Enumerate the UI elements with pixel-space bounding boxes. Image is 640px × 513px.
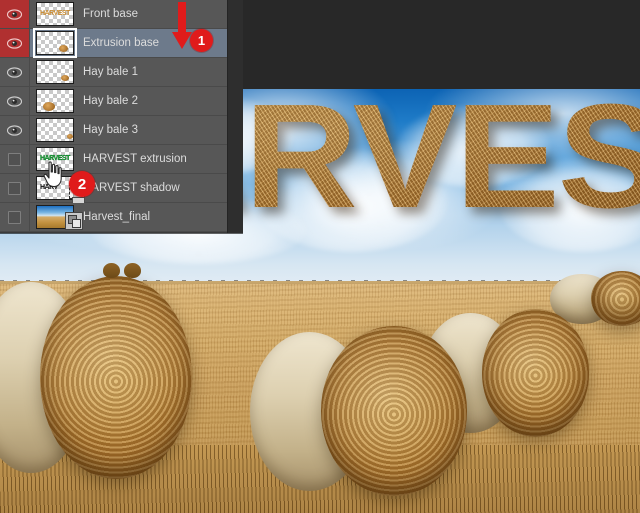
layer-name-label: Hay bale 3: [83, 124, 138, 136]
layer-visibility-toggle[interactable]: [0, 174, 30, 202]
eye-icon: [7, 37, 22, 49]
eye-icon: [7, 66, 22, 78]
thumbnail-word: HARVEST: [40, 10, 70, 17]
layer-name-label: Harvest_final: [83, 211, 151, 223]
hand-cursor-icon: [43, 161, 62, 188]
layer-thumbnail[interactable]: [33, 28, 77, 58]
layer-row-hay-bale-1[interactable]: Hay bale 1: [0, 58, 228, 87]
layer-name-label: Hay bale 1: [83, 66, 138, 78]
layer-visibility-toggle[interactable]: [0, 0, 30, 28]
hay-bale-foreground-right: [249, 326, 468, 497]
layer-row-harvest-extrusion[interactable]: HARVEST HARVEST extrusion: [0, 145, 228, 174]
layer-name-label: HARVEST shadow: [83, 182, 180, 194]
thumbnail-bale-shape: [59, 45, 68, 52]
empty-checkbox-icon: [8, 181, 21, 195]
layer-visibility-toggle[interactable]: [0, 203, 30, 231]
layer-name-label: Extrusion base: [83, 37, 160, 49]
letter-cutout-holes: [103, 263, 145, 283]
bale-face: [39, 275, 192, 480]
layer-row-harvest-shadow[interactable]: HARV HARVEST shadow: [0, 174, 228, 208]
layer-visibility-toggle[interactable]: [0, 58, 30, 86]
annotation-badge-2: 2: [69, 171, 95, 197]
layer-name-label: HARVEST extrusion: [83, 153, 187, 165]
layer-thumbnail[interactable]: [36, 89, 74, 113]
layer-row-hay-bale-2[interactable]: Hay bale 2: [0, 87, 228, 116]
thumbnail-bale-shape: [67, 134, 73, 139]
layer-thumbnail[interactable]: HARVEST: [36, 2, 74, 26]
empty-checkbox-icon: [8, 210, 21, 224]
annotation-badge-1: 1: [190, 29, 213, 52]
layer-visibility-toggle[interactable]: [0, 145, 30, 173]
hay-bale-foreground-left: [0, 275, 192, 480]
layer-visibility-toggle[interactable]: [0, 116, 30, 144]
thumbnail-bale-shape: [43, 102, 55, 111]
layer-name-label: Front base: [83, 8, 138, 20]
eye-icon: [7, 95, 22, 107]
layer-thumbnail[interactable]: [36, 205, 83, 230]
bale-face: [482, 309, 589, 437]
empty-checkbox-icon: [8, 152, 21, 166]
thumbnail-bale-shape: [61, 75, 69, 81]
layer-row-hay-bale-3[interactable]: Hay bale 3: [0, 116, 228, 145]
layer-visibility-toggle[interactable]: [0, 87, 30, 115]
layer-thumbnail[interactable]: [36, 118, 74, 142]
eye-icon: [7, 8, 22, 20]
bale-face: [321, 326, 468, 497]
layer-visibility-toggle[interactable]: [0, 29, 30, 57]
layer-name-label: Hay bale 2: [83, 95, 138, 107]
layer-row-harvest-final[interactable]: Harvest_final: [0, 203, 228, 232]
smart-object-badge-icon: [65, 212, 83, 230]
eye-icon: [7, 124, 22, 136]
layer-thumbnail[interactable]: [36, 60, 74, 84]
